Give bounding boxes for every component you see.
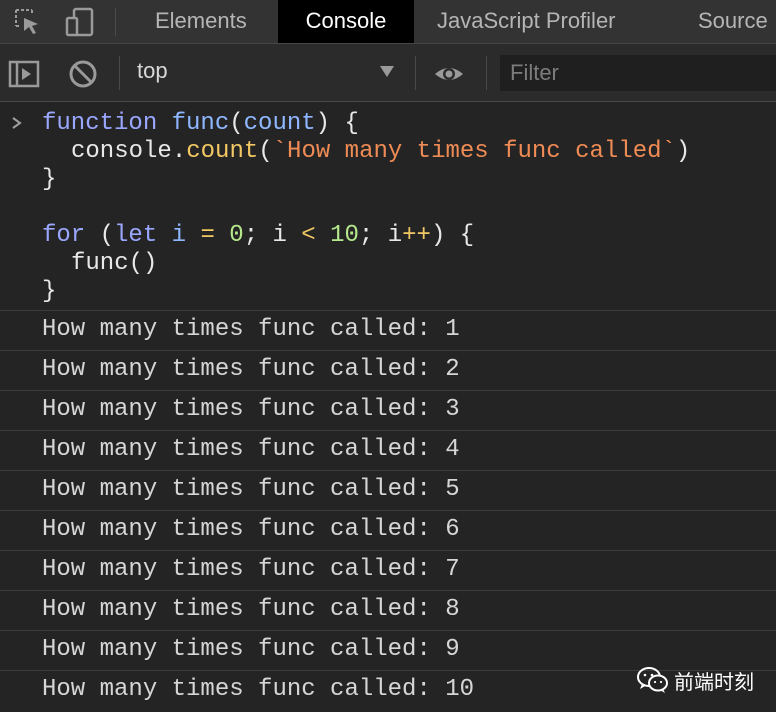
devtools-tabbar: Elements Console JavaScript Profiler Sou… bbox=[0, 0, 776, 44]
log-row: How many times func called: 6 bbox=[0, 510, 776, 550]
wechat-icon bbox=[637, 667, 668, 693]
code-line: } bbox=[42, 278, 57, 305]
tab-elements[interactable]: Elements bbox=[155, 0, 247, 43]
code-line: function func(count) { bbox=[42, 110, 359, 137]
watermark-text: 前端时刻 bbox=[674, 670, 754, 694]
toolbar-divider bbox=[486, 56, 487, 90]
log-row: How many times func called: 5 bbox=[0, 470, 776, 510]
device-toolbar-icon[interactable] bbox=[64, 6, 96, 38]
toolbar-divider bbox=[415, 56, 416, 90]
log-row: How many times func called: 4 bbox=[0, 430, 776, 470]
inspect-element-icon[interactable] bbox=[12, 6, 44, 38]
toolbar-divider bbox=[119, 56, 120, 90]
clear-console-icon[interactable] bbox=[67, 58, 99, 90]
eye-icon[interactable] bbox=[433, 58, 465, 90]
sidebar-toggle-icon[interactable] bbox=[8, 58, 40, 90]
log-row: How many times func called: 7 bbox=[0, 550, 776, 590]
tabbar-divider bbox=[115, 8, 116, 36]
input-code-block: function func(count) { console.count(`Ho… bbox=[0, 110, 690, 334]
code-line: func() bbox=[71, 250, 158, 277]
context-dropdown-arrow-icon[interactable] bbox=[380, 66, 394, 77]
tab-javascript-profiler[interactable]: JavaScript Profiler bbox=[437, 0, 616, 43]
console-output: function func(count) { console.count(`Ho… bbox=[0, 102, 776, 712]
context-selector[interactable]: top bbox=[137, 58, 168, 84]
watermark: 前端时刻 bbox=[636, 664, 766, 696]
console-toolbar: top bbox=[0, 44, 776, 102]
log-row: How many times func called: 8 bbox=[0, 590, 776, 630]
log-row: How many times func called: 3 bbox=[0, 390, 776, 430]
code-line: console.count(`How many times func calle… bbox=[71, 138, 691, 165]
tab-console[interactable]: Console bbox=[278, 0, 414, 43]
code-line: } bbox=[42, 166, 57, 193]
code-line: for (let i = 0; i < 10; i++) { bbox=[42, 222, 475, 249]
filter-input[interactable] bbox=[500, 55, 776, 91]
log-row: How many times func called: 1 bbox=[0, 310, 776, 350]
tab-sources[interactable]: Source bbox=[698, 0, 768, 43]
log-row: How many times func called: 2 bbox=[0, 350, 776, 390]
